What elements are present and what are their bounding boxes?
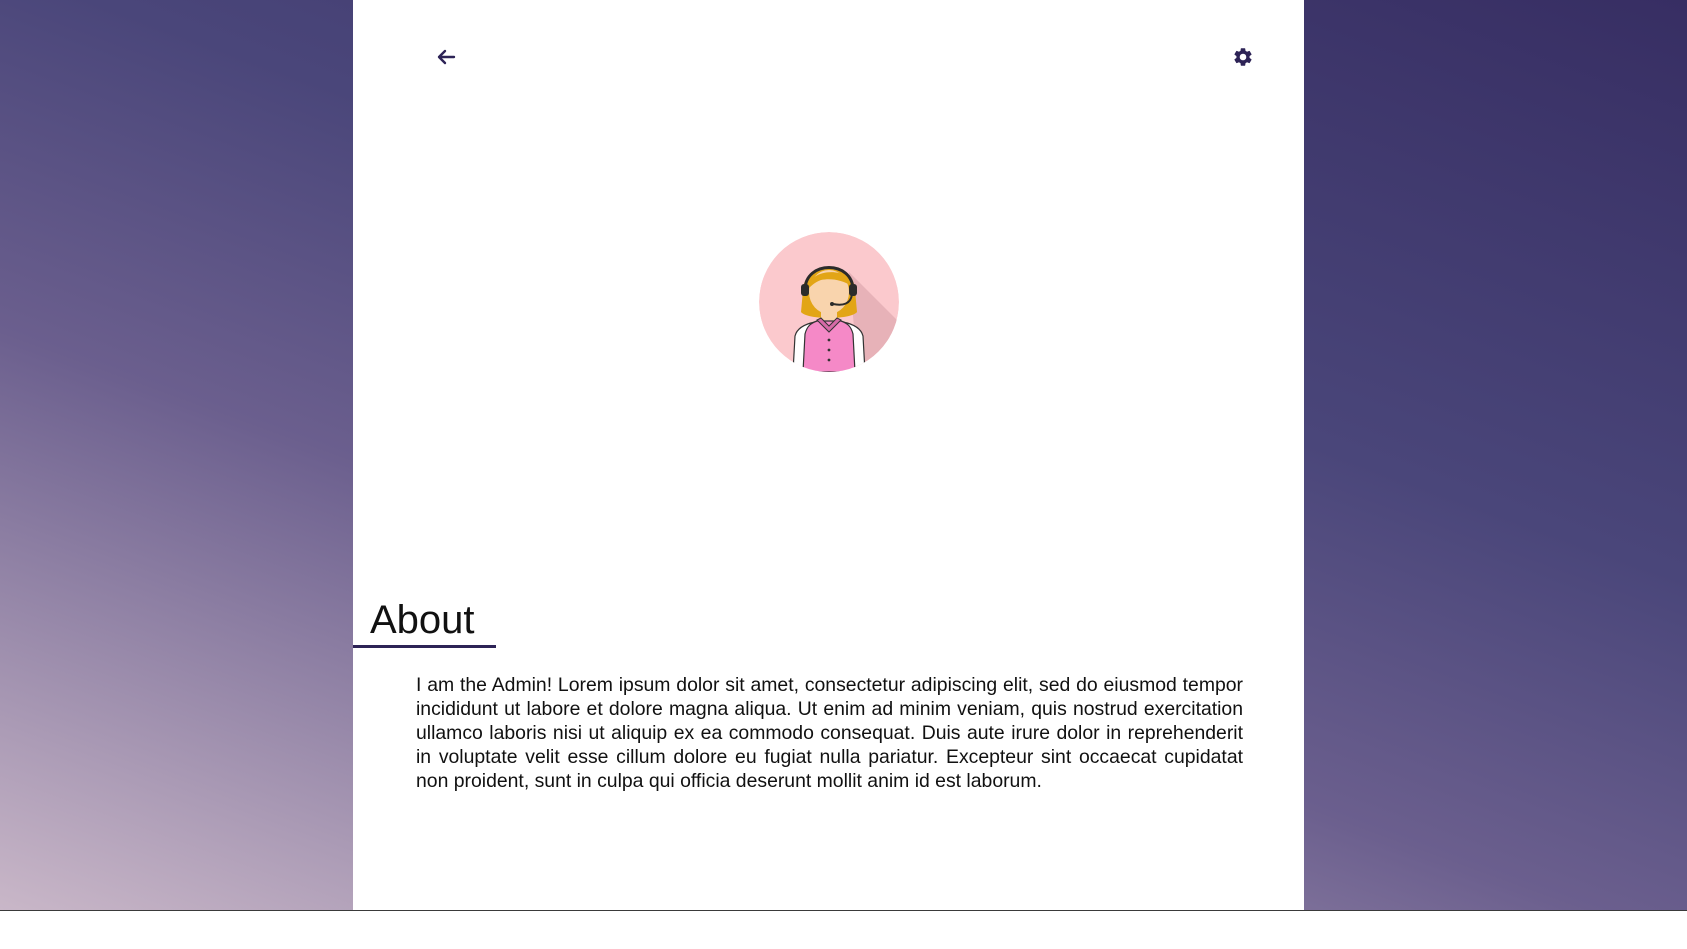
avatar — [759, 232, 899, 372]
arrow-left-icon — [437, 49, 456, 65]
gear-icon — [1234, 48, 1252, 66]
about-heading: About — [370, 598, 475, 642]
support-agent-avatar-icon — [759, 232, 899, 372]
back-button[interactable] — [429, 40, 463, 74]
about-underline — [353, 645, 496, 648]
settings-button[interactable] — [1226, 40, 1260, 74]
about-text: I am the Admin! Lorem ipsum dolor sit am… — [416, 674, 1243, 792]
